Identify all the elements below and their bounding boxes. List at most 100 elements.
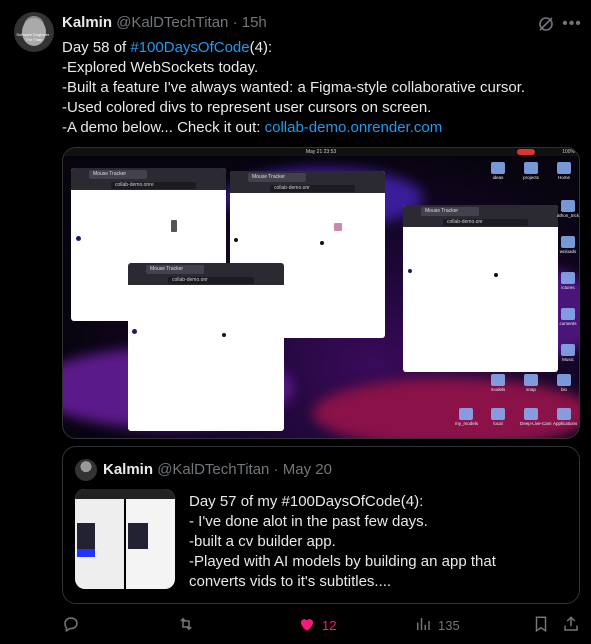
tweet-line1-suffix: (4): xyxy=(249,39,273,56)
more-options-icon[interactable]: ••• xyxy=(562,14,582,34)
media-screenshot[interactable]: May 21 23:53 100% Mouse Tracker collab-d… xyxy=(62,147,580,439)
desktop-icon-label: my_models xyxy=(455,421,479,426)
quote-line3: -built a cv builder app. xyxy=(189,533,336,550)
desktop-icon-label: bin xyxy=(560,387,567,392)
like-count: 12 xyxy=(322,617,337,633)
desktop-icon[interactable]: Home xyxy=(553,162,575,180)
quote-line5: converts vids to it's subtitles.... xyxy=(189,573,392,590)
quote-thumbnail[interactable] xyxy=(75,489,175,589)
desktop-icon[interactable]: my_models xyxy=(455,408,479,426)
remote-cursor xyxy=(334,223,342,231)
grok-icon[interactable] xyxy=(537,15,555,33)
share-icon xyxy=(562,615,580,636)
reply-button[interactable] xyxy=(62,612,80,638)
url-field: collab-demo.onre xyxy=(111,182,196,189)
desktop-icon[interactable]: ictures xyxy=(557,272,579,290)
browser-tab: Mouse Tracker xyxy=(421,207,479,216)
desktop-icon[interactable]: bin xyxy=(553,374,575,392)
thumb-block xyxy=(128,523,148,549)
desktop-icon[interactable]: Music xyxy=(557,344,579,362)
desktop-icon-label: local xyxy=(493,421,503,426)
quote-author-name[interactable]: Kalmin xyxy=(103,461,153,478)
demo-link[interactable]: collab-demo.onrender.com xyxy=(265,119,443,136)
url-field: collab-demo.onr xyxy=(443,219,528,226)
like-button[interactable]: 12 xyxy=(298,612,336,638)
quote-line1: Day 57 of my #100DaysOfCode(4): xyxy=(189,493,424,510)
retweet-button[interactable] xyxy=(177,612,195,638)
tweet-header: Kalmin @KalDTechTitan · 15h xyxy=(62,14,267,31)
avatar-text: Software Engineer · The Titan xyxy=(16,32,52,42)
browser-window: Mouse Tracker collab-demo.onr xyxy=(403,205,558,372)
url-bar: collab-demo.onre xyxy=(71,180,226,190)
bookmark-button[interactable] xyxy=(532,612,550,638)
desktop-icon[interactable]: Applications xyxy=(553,408,578,426)
remote-cursor xyxy=(132,329,137,334)
quoted-tweet[interactable]: Kalmin @KalDTechTitan · May 20 Day 57 of… xyxy=(62,446,580,604)
views-button[interactable]: 135 xyxy=(414,612,460,638)
window-titlebar: Mouse Tracker xyxy=(403,205,558,217)
desktop-icon[interactable]: wnloads xyxy=(557,236,579,254)
desktop-icon-label: Home xyxy=(557,175,570,180)
desktop-icon[interactable]: models xyxy=(487,374,509,392)
browser-window: Mouse Tracker collab-demo.onr xyxy=(128,263,284,431)
window-titlebar: Mouse Tracker xyxy=(230,171,385,183)
heart-icon xyxy=(298,615,316,636)
tweet: Software Engineer · The Titan Kalmin @Ka… xyxy=(0,0,591,644)
desktop-icon-label: projects xyxy=(523,175,539,180)
remote-cursor xyxy=(320,241,324,245)
avatar[interactable]: Software Engineer · The Titan xyxy=(14,12,54,52)
desktop-icon[interactable]: local xyxy=(487,408,509,426)
desktop-icon[interactable]: Deep-Live-Cam xyxy=(520,408,552,426)
desktop-icon[interactable]: ideas xyxy=(487,162,509,180)
quote-avatar[interactable] xyxy=(75,459,97,481)
desktop-icon-label: Music xyxy=(562,357,574,362)
desktop-icon-label: athon_tricks xyxy=(557,213,580,218)
hashtag-link[interactable]: #100DaysOfCode xyxy=(130,39,249,56)
browser-tab: Mouse Tracker xyxy=(248,173,306,182)
desktop-icon-label: Deep-Live-Cam xyxy=(520,421,552,426)
quote-author-handle[interactable]: @KalDTechTitan xyxy=(157,461,269,478)
url-field: collab-demo.onr xyxy=(168,277,254,284)
author-name[interactable]: Kalmin xyxy=(62,14,112,31)
desktop-icon[interactable]: athon_tricks xyxy=(557,200,579,218)
window-titlebar: Mouse Tracker xyxy=(128,263,284,275)
author-handle[interactable]: @KalDTechTitan xyxy=(116,14,228,31)
url-field: collab-demo.onr xyxy=(270,185,355,192)
quote-text: Day 57 of my #100DaysOfCode(4): - I've d… xyxy=(189,492,569,592)
desktop-icon[interactable]: cuments xyxy=(557,308,579,326)
desktop-icon-label: Applications xyxy=(553,421,578,426)
thumb-block xyxy=(77,549,95,557)
quote-timestamp[interactable]: May 20 xyxy=(283,461,332,478)
thumb-topbar xyxy=(75,489,175,499)
desktop-icon[interactable]: snap xyxy=(520,374,542,392)
separator-dot: · xyxy=(232,14,238,31)
quote-line2: - I've done alot in the past few days. xyxy=(189,513,428,530)
tweet-text: Day 58 of #100DaysOfCode(4): -Explored W… xyxy=(62,38,582,138)
retweet-icon xyxy=(177,615,195,636)
url-bar: collab-demo.onr xyxy=(230,183,385,193)
view-count: 135 xyxy=(438,617,460,633)
tweet-line5-prefix: -A demo below... Check it out: xyxy=(62,119,265,136)
thumb-block xyxy=(77,523,95,549)
remote-cursor xyxy=(222,333,226,337)
window-titlebar: Mouse Tracker xyxy=(71,168,226,180)
quote-header: Kalmin @KalDTechTitan · May 20 xyxy=(103,461,332,478)
timestamp[interactable]: 15h xyxy=(242,14,267,31)
desktop-icon-label: snap xyxy=(526,387,536,392)
system-tray: 100% xyxy=(562,149,575,155)
share-button[interactable] xyxy=(562,612,580,638)
remote-cursor xyxy=(171,220,177,232)
browser-tab: Mouse Tracker xyxy=(89,170,147,179)
browser-tab: Mouse Tracker xyxy=(146,265,204,274)
tweet-line4: -Used colored divs to represent user cur… xyxy=(62,99,432,116)
desktop-icon-label: cuments xyxy=(559,321,577,326)
tweet-line3: -Built a feature I've always wanted: a F… xyxy=(62,79,526,96)
separator-dot: · xyxy=(273,461,279,478)
remote-cursor xyxy=(494,273,498,277)
url-bar: collab-demo.onr xyxy=(128,275,284,285)
desktop-icon[interactable]: projects xyxy=(520,162,542,180)
reply-icon xyxy=(62,615,80,636)
tweet-line1-prefix: Day 58 of xyxy=(62,39,131,56)
views-icon xyxy=(414,615,432,636)
system-topbar: May 21 23:53 100% xyxy=(63,148,579,156)
